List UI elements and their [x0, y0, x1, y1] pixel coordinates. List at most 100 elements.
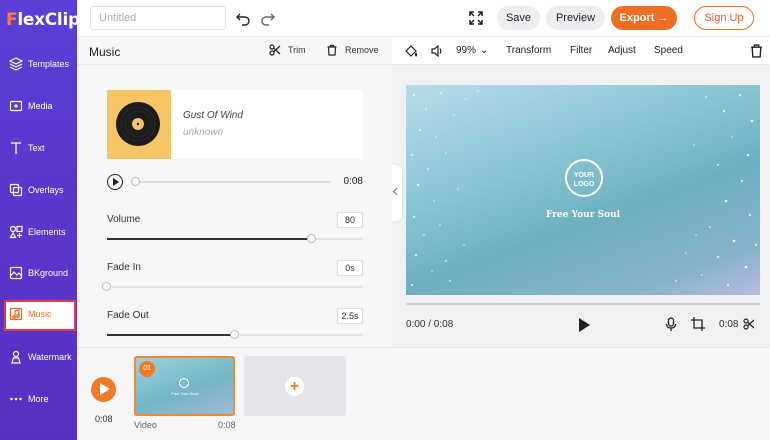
sidebar-item-more[interactable]: More: [4, 385, 76, 415]
music-progress-track[interactable]: [131, 181, 331, 183]
fade-out-label: Fade Out: [107, 310, 149, 321]
collapse-panel-toggle[interactable]: [392, 165, 402, 221]
music-track-card: Gust Of Wind unknown: [107, 90, 363, 159]
logo-line-2: LOGO: [573, 181, 595, 188]
add-clip-button[interactable]: +: [285, 377, 304, 396]
music-icon: [9, 307, 23, 321]
save-button[interactable]: Save: [497, 6, 540, 30]
top-bar: Save Preview Export → Sign Up: [77, 0, 770, 37]
text-icon: [11, 142, 21, 154]
preview-area: 99% ⌄ Transform Filter Adjust Speed YOUR…: [392, 37, 770, 347]
preview-toolbar: 99% ⌄ Transform Filter Adjust Speed: [392, 37, 770, 65]
arrow-right-icon: →: [657, 12, 669, 24]
music-progress-knob[interactable]: [131, 177, 140, 186]
add-clip-slot[interactable]: +: [244, 356, 346, 416]
fade-in-value[interactable]: 0s: [337, 260, 363, 276]
vinyl-record-icon: [116, 102, 160, 146]
sidebar-item-label: Music: [28, 309, 52, 319]
overlays-icon: [9, 183, 23, 197]
crop-icon[interactable]: [691, 317, 705, 331]
export-button[interactable]: Export →: [611, 6, 677, 30]
sidebar-item-music[interactable]: Music: [4, 300, 76, 331]
more-icon: [10, 397, 22, 401]
sidebar-item-label: BKground: [28, 268, 69, 278]
song-title: Gust Of Wind: [183, 110, 243, 121]
media-icon: [9, 100, 23, 112]
music-panel-header: Music Trim Remove: [77, 37, 392, 65]
export-label: Export: [619, 12, 655, 24]
panel-title: Music: [89, 45, 121, 59]
scissors-icon: [269, 44, 281, 56]
background-icon: [9, 266, 23, 280]
sidebar-item-label: Watermark: [28, 352, 72, 362]
video-canvas[interactable]: YOUR LOGO Free Your Soul: [406, 85, 760, 295]
playback-controls: 0:00 / 0:08 0:08: [392, 309, 770, 339]
sidebar-item-text[interactable]: Text: [4, 134, 76, 164]
clip-thumb-caption: Free Your Soul: [171, 391, 198, 396]
zoom-value[interactable]: 99%: [456, 45, 476, 56]
sidebar-item-label: Elements: [28, 227, 66, 237]
trash-icon[interactable]: [750, 44, 763, 58]
sidebar-item-elements[interactable]: Elements: [4, 218, 76, 248]
fade-out-fill: [107, 334, 235, 336]
clip-logo-thumb: [179, 378, 189, 388]
watermark-icon: [11, 350, 21, 364]
undo-icon[interactable]: [235, 10, 251, 26]
trim-button[interactable]: Trim: [269, 44, 306, 56]
filter-button[interactable]: Filter: [570, 45, 592, 56]
sidebar-item-label: Media: [28, 101, 53, 111]
sidebar-item-label: Overlays: [28, 185, 64, 195]
sidebar-item-templates[interactable]: Templates: [4, 50, 76, 80]
music-play-button[interactable]: [107, 174, 123, 190]
volume-label: Volume: [107, 214, 141, 225]
elements-icon: [9, 225, 23, 239]
microphone-icon[interactable]: [665, 317, 677, 332]
clip-duration-label: 0:08: [218, 420, 236, 430]
volume-knob[interactable]: [307, 234, 316, 243]
preview-button[interactable]: Preview: [546, 6, 605, 30]
sidebar-item-watermark[interactable]: Watermark: [4, 343, 76, 373]
playback-time: 0:00 / 0:08: [406, 319, 454, 330]
sign-up-button[interactable]: Sign Up: [694, 6, 754, 30]
sidebar-item-overlays[interactable]: Overlays: [4, 176, 76, 206]
clip-duration: 0:08: [719, 319, 739, 330]
album-cover: [107, 90, 171, 159]
layers-icon: [9, 57, 23, 71]
fade-out-knob[interactable]: [230, 330, 239, 339]
volume-icon[interactable]: [430, 44, 444, 58]
fullscreen-icon[interactable]: [468, 10, 484, 26]
chevron-down-icon[interactable]: ⌄: [480, 45, 488, 56]
volume-value[interactable]: 80: [337, 212, 363, 228]
music-duration: 0:08: [343, 176, 363, 187]
transform-button[interactable]: Transform: [506, 45, 551, 56]
sidebar-item-label: Text: [28, 143, 45, 153]
project-title-input[interactable]: [90, 6, 226, 30]
your-logo-placeholder[interactable]: YOUR LOGO: [565, 159, 603, 197]
fade-in-slider[interactable]: [107, 286, 363, 288]
trash-icon: [327, 44, 337, 56]
music-panel: Music Trim Remove Gust Of Wind unknown 0…: [77, 37, 392, 347]
timeline-clip[interactable]: 01 Free Your Soul: [134, 356, 235, 416]
sidebar-item-label: Templates: [28, 59, 70, 69]
canvas-caption[interactable]: Free Your Soul: [406, 210, 760, 220]
timeline: 0:08 01 Free Your Soul Video 0:08 +: [77, 347, 770, 440]
playback-progress[interactable]: [406, 303, 760, 305]
speed-button[interactable]: Speed: [654, 45, 683, 56]
sidebar-item-media[interactable]: Media: [4, 92, 76, 122]
volume-fill: [107, 238, 312, 240]
music-player: 0:08: [107, 173, 363, 193]
volume-slider[interactable]: [107, 238, 363, 240]
adjust-button[interactable]: Adjust: [608, 45, 636, 56]
fade-in-knob[interactable]: [102, 282, 111, 291]
flexclip-logo[interactable]: FlexClip: [6, 10, 80, 30]
redo-icon[interactable]: [260, 10, 276, 26]
sidebar-item-bkground[interactable]: BKground: [4, 259, 76, 289]
logo-line-1: YOUR: [573, 172, 595, 179]
scissors-icon[interactable]: [743, 318, 755, 330]
timeline-play-button[interactable]: [91, 377, 116, 402]
remove-button[interactable]: Remove: [326, 44, 379, 56]
play-button[interactable]: [579, 318, 590, 332]
sidebar: FlexClip Templates Media Text Overlays E…: [0, 0, 80, 440]
fade-out-value[interactable]: 2.5s: [337, 308, 363, 324]
fill-bucket-icon[interactable]: [404, 44, 418, 58]
